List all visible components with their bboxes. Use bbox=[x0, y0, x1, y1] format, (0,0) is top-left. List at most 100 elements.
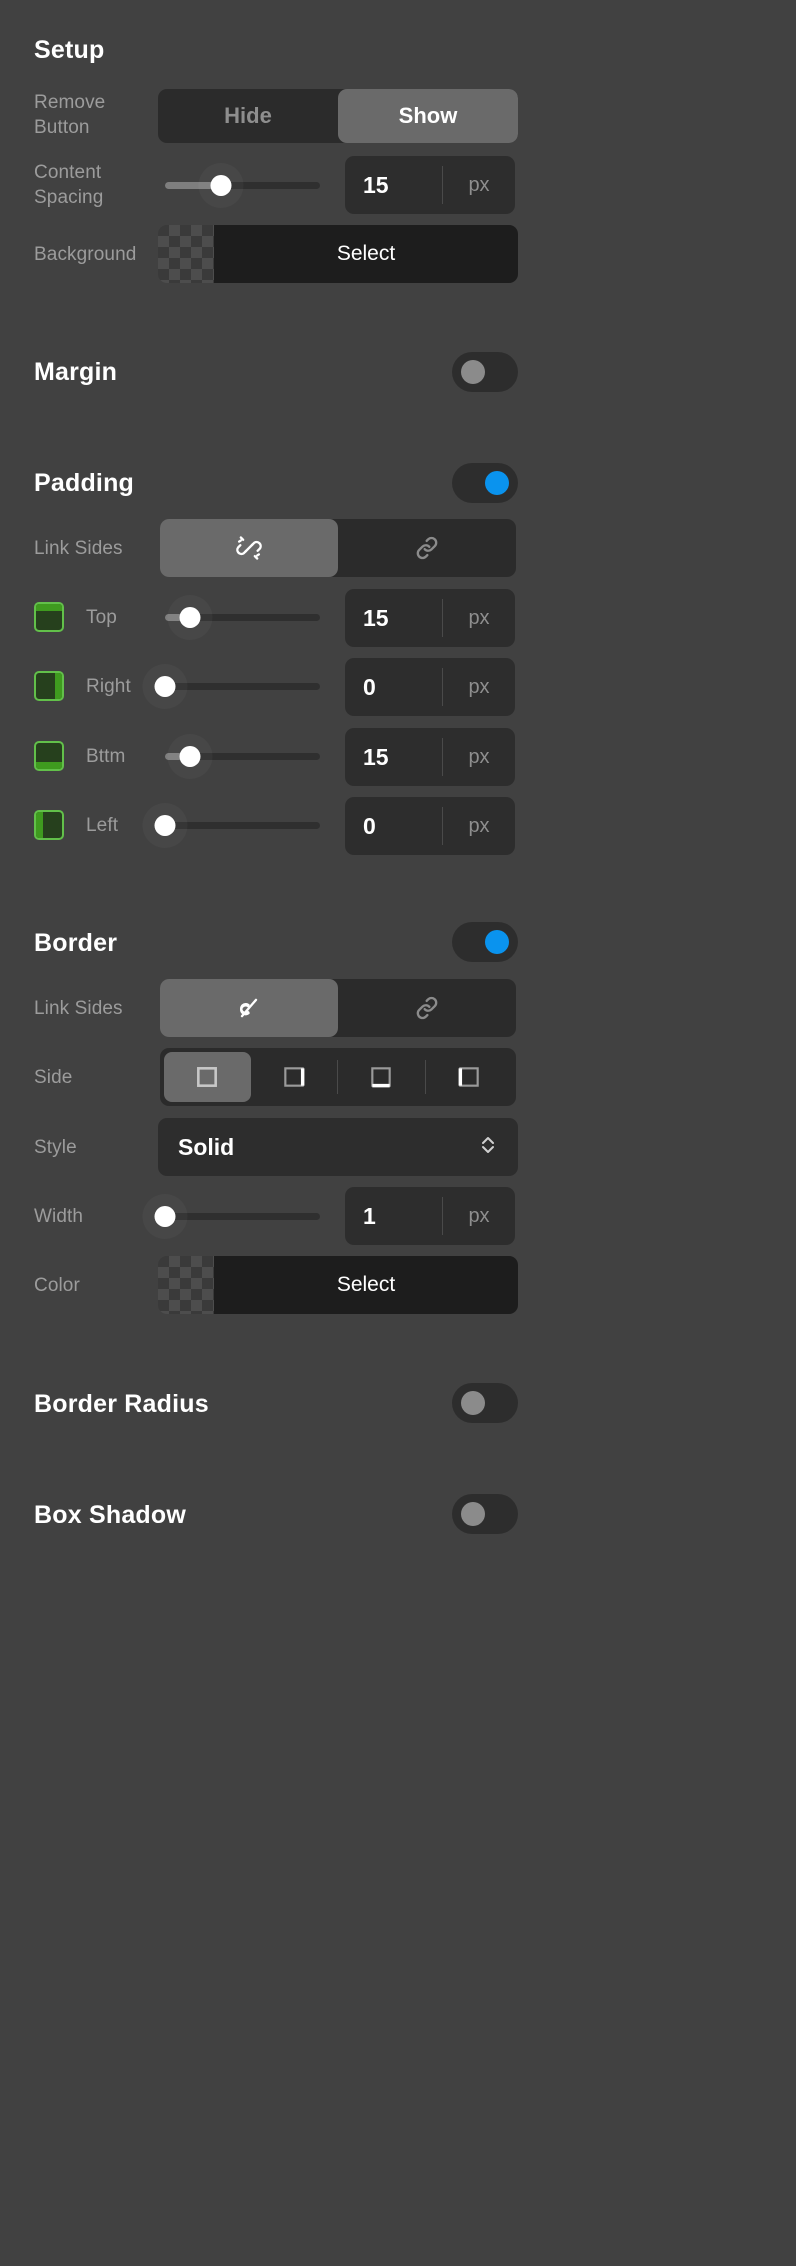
slider-thumb[interactable] bbox=[154, 814, 176, 836]
padding-unlink-icon[interactable] bbox=[160, 519, 338, 577]
padding-top-slider[interactable] bbox=[165, 602, 320, 632]
border-link-icon[interactable] bbox=[338, 979, 516, 1037]
border-style-select[interactable]: Solid bbox=[158, 1118, 518, 1176]
border-style-label-wrap: Style bbox=[34, 1133, 77, 1161]
content-spacing-value[interactable]: 15 bbox=[345, 172, 442, 199]
border-color-label-wrap: Color bbox=[34, 1271, 80, 1299]
border-section-title: Border bbox=[34, 929, 118, 957]
padding-bottom-slider[interactable] bbox=[165, 741, 320, 771]
margin-toggle[interactable] bbox=[452, 352, 518, 392]
content-spacing-label-line1: Content bbox=[34, 162, 102, 183]
padding-link-icon[interactable] bbox=[338, 519, 516, 577]
padding-bottom-value[interactable]: 15 bbox=[345, 744, 442, 771]
padding-right-number-field[interactable]: 0 px bbox=[345, 658, 515, 716]
remove-button-option-show[interactable]: Show bbox=[338, 89, 518, 143]
box-shadow-section-title: Box Shadow bbox=[34, 1501, 187, 1529]
padding-row-bottom: Bttm bbox=[34, 740, 125, 772]
border-side-label: Side bbox=[34, 1066, 73, 1088]
setup-section-title: Setup bbox=[34, 36, 105, 64]
padding-right-label: Right bbox=[86, 675, 131, 697]
remove-button-label-line2: Button bbox=[34, 117, 90, 138]
border-toggle[interactable] bbox=[452, 922, 518, 962]
padding-top-number-field[interactable]: 15 px bbox=[345, 589, 515, 647]
remove-button-label-line1: Remove bbox=[34, 92, 106, 113]
padding-row-top: Top bbox=[34, 601, 117, 633]
slider-thumb[interactable] bbox=[154, 675, 176, 697]
side-top-icon bbox=[34, 602, 64, 632]
border-width-label: Width bbox=[34, 1205, 84, 1227]
padding-bottom-unit: px bbox=[468, 745, 490, 768]
border-width-unit: px bbox=[468, 1204, 490, 1227]
padding-top-value[interactable]: 15 bbox=[345, 605, 442, 632]
padding-right-value[interactable]: 0 bbox=[345, 674, 442, 701]
background-swatch-checker bbox=[158, 225, 214, 283]
padding-link-sides-control[interactable] bbox=[160, 519, 516, 577]
padding-left-label: Left bbox=[86, 814, 119, 836]
slider-thumb[interactable] bbox=[154, 1205, 176, 1227]
border-link-sides-label-wrap: Link Sides bbox=[34, 994, 123, 1022]
padding-link-sides-label-wrap: Link Sides bbox=[34, 534, 123, 562]
padding-row-left: Left bbox=[34, 809, 118, 841]
border-side-label-wrap: Side bbox=[34, 1063, 72, 1091]
border-style-value: Solid bbox=[178, 1133, 235, 1160]
padding-top-unit: px bbox=[468, 606, 490, 629]
side-bottom-icon bbox=[34, 741, 64, 771]
padding-right-unit: px bbox=[468, 675, 490, 698]
border-side-control[interactable] bbox=[160, 1048, 516, 1106]
side-left-icon bbox=[34, 810, 64, 840]
content-spacing-slider[interactable] bbox=[165, 170, 320, 200]
slider-track bbox=[160, 821, 320, 829]
slider-thumb[interactable] bbox=[210, 174, 232, 196]
padding-left-value[interactable]: 0 bbox=[345, 813, 442, 840]
padding-row-right: Right bbox=[34, 670, 131, 702]
slider-thumb[interactable] bbox=[179, 745, 201, 767]
padding-toggle-knob bbox=[485, 471, 509, 495]
chevron-updown-icon bbox=[478, 1133, 498, 1162]
border-width-label-wrap: Width bbox=[34, 1202, 83, 1230]
remove-button-option-hide[interactable]: Hide bbox=[158, 89, 338, 143]
style-settings-panel: Setup Remove Button Hide Show Content Sp… bbox=[0, 0, 796, 2266]
content-spacing-label-line2: Spacing bbox=[34, 187, 104, 208]
remove-button-label: Remove Button bbox=[34, 90, 144, 140]
content-spacing-label: Content Spacing bbox=[34, 158, 144, 212]
border-width-value[interactable]: 1 bbox=[345, 1203, 442, 1230]
margin-section-title: Margin bbox=[34, 358, 118, 386]
border-radius-toggle-knob bbox=[461, 1391, 485, 1415]
side-right-icon bbox=[34, 671, 64, 701]
border-right-icon[interactable] bbox=[251, 1052, 338, 1102]
padding-link-sides-label: Link Sides bbox=[34, 537, 123, 559]
background-select-button[interactable]: Select bbox=[214, 225, 518, 283]
background-label-wrap: Background bbox=[34, 240, 136, 268]
background-label: Background bbox=[34, 243, 137, 265]
border-radius-toggle[interactable] bbox=[452, 1383, 518, 1423]
border-link-sides-control[interactable] bbox=[160, 979, 516, 1037]
border-style-label: Style bbox=[34, 1136, 77, 1158]
border-left-icon[interactable] bbox=[426, 1052, 513, 1102]
border-link-sides-label: Link Sides bbox=[34, 997, 123, 1019]
border-width-number-field[interactable]: 1 px bbox=[345, 1187, 515, 1245]
background-color-select[interactable]: Select bbox=[158, 225, 518, 283]
slider-track bbox=[160, 682, 320, 690]
padding-left-unit: px bbox=[468, 814, 490, 837]
padding-right-slider[interactable] bbox=[154, 671, 320, 701]
padding-section-title: Padding bbox=[34, 469, 135, 497]
box-shadow-toggle-knob bbox=[461, 1502, 485, 1526]
box-shadow-toggle[interactable] bbox=[452, 1494, 518, 1534]
remove-button-segmented-control[interactable]: Hide Show bbox=[158, 89, 518, 143]
padding-left-slider[interactable] bbox=[154, 810, 320, 840]
border-color-select-button[interactable]: Select bbox=[214, 1256, 518, 1314]
border-width-slider[interactable] bbox=[154, 1201, 320, 1231]
border-bottom-icon[interactable] bbox=[338, 1052, 425, 1102]
padding-left-number-field[interactable]: 0 px bbox=[345, 797, 515, 855]
border-all-icon[interactable] bbox=[164, 1052, 251, 1102]
padding-bottom-number-field[interactable]: 15 px bbox=[345, 728, 515, 786]
border-color-select[interactable]: Select bbox=[158, 1256, 518, 1314]
padding-toggle[interactable] bbox=[452, 463, 518, 503]
border-toggle-knob bbox=[485, 930, 509, 954]
padding-bottom-label: Bttm bbox=[86, 745, 126, 767]
slider-thumb[interactable] bbox=[179, 606, 201, 628]
padding-top-label: Top bbox=[86, 606, 117, 628]
content-spacing-number-field[interactable]: 15 px bbox=[345, 156, 515, 214]
content-spacing-unit: px bbox=[468, 173, 490, 196]
border-unlink-icon[interactable] bbox=[160, 979, 338, 1037]
